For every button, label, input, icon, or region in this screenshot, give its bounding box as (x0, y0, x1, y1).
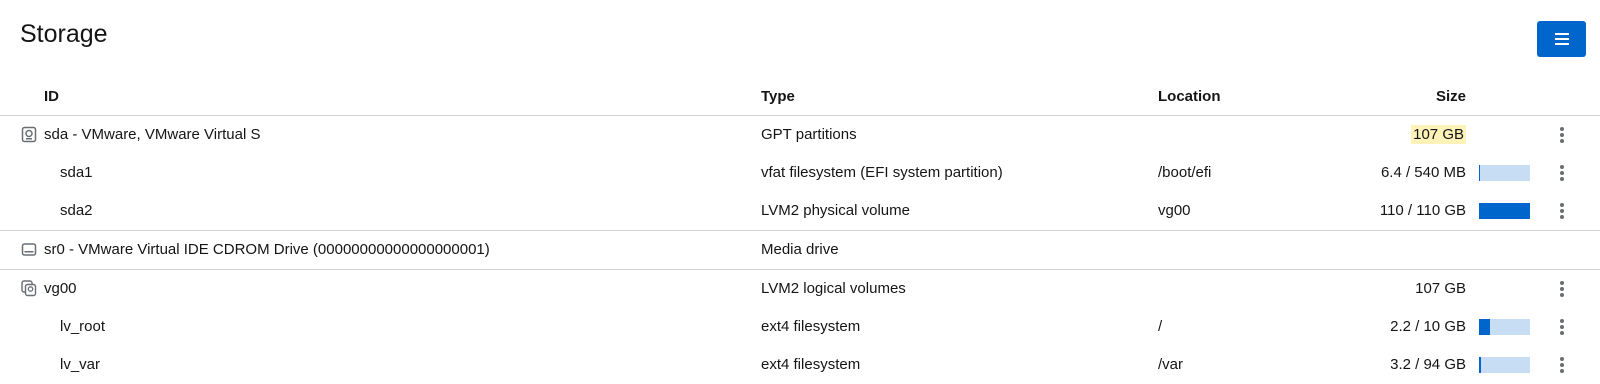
device-group-sr0: sr0 - VMware Virtual IDE CDROM Drive (00… (0, 231, 1600, 270)
row-location: /var (1158, 356, 1184, 373)
usage-bar (1479, 357, 1530, 373)
row-size: 110 / 110 GB (1379, 202, 1466, 219)
column-header-location[interactable]: Location (1158, 88, 1221, 105)
row-actions-kebab[interactable] (1552, 277, 1572, 301)
row-size: 6.4 / 540 MB (1380, 164, 1466, 181)
column-header-id[interactable]: ID (44, 88, 59, 105)
device-group-vg00: vg00 LVM2 logical volumes 107 GB lv_root… (0, 270, 1600, 384)
row-type: vfat filesystem (EFI system partition) (761, 164, 1003, 181)
page-header: Storage (0, 0, 1600, 80)
row-size: 107 GB (1415, 280, 1466, 297)
row-size-value: 107 GB (1411, 125, 1466, 144)
table-row[interactable]: sda2 LVM2 physical volume vg00 110 / 110… (0, 192, 1600, 230)
row-type: LVM2 logical volumes (761, 280, 906, 297)
kebab-icon (1560, 357, 1564, 373)
device-group-sda: sda - VMware, VMware Virtual S GPT parti… (0, 116, 1600, 231)
usage-bar-fill (1479, 319, 1491, 335)
row-size: 3.2 / 94 GB (1390, 356, 1466, 373)
row-id[interactable]: sda2 (60, 202, 93, 219)
usage-bar (1479, 319, 1530, 335)
kebab-icon (1560, 127, 1564, 143)
row-id[interactable]: sda - VMware, VMware Virtual S (44, 126, 260, 143)
row-size: 2.2 / 10 GB (1390, 318, 1466, 335)
menu-button[interactable] (1537, 21, 1586, 57)
row-actions-kebab[interactable] (1552, 123, 1572, 147)
usage-bar-fill (1479, 165, 1481, 181)
hamburger-icon (1554, 33, 1569, 45)
row-type: ext4 filesystem (761, 318, 861, 335)
row-location: / (1158, 318, 1163, 335)
row-actions-kebab[interactable] (1552, 199, 1572, 223)
table-row[interactable]: sr0 - VMware Virtual IDE CDROM Drive (00… (0, 231, 1600, 269)
volume-group-icon (21, 280, 37, 297)
column-header-type[interactable]: Type (761, 88, 795, 105)
row-type: ext4 filesystem (761, 356, 861, 373)
row-id[interactable]: sda1 (60, 164, 93, 181)
kebab-icon (1560, 319, 1564, 335)
usage-bar (1479, 165, 1530, 181)
usage-bar-fill (1479, 203, 1530, 219)
row-id[interactable]: vg00 (44, 280, 77, 297)
table-row[interactable]: lv_root ext4 filesystem / 2.2 / 10 GB (0, 308, 1600, 346)
row-id[interactable]: lv_root (60, 318, 105, 335)
column-header-size[interactable]: Size (1436, 88, 1466, 105)
row-id[interactable]: sr0 - VMware Virtual IDE CDROM Drive (00… (44, 241, 490, 258)
disk-icon (21, 126, 37, 143)
row-type: LVM2 physical volume (761, 202, 910, 219)
row-location: /boot/efi (1158, 164, 1212, 181)
kebab-icon (1560, 203, 1564, 219)
page-title: Storage (20, 20, 108, 48)
usage-bar-fill (1479, 357, 1481, 373)
cdrom-drive-icon (21, 243, 37, 256)
table-row[interactable]: vg00 LVM2 logical volumes 107 GB (0, 270, 1600, 308)
row-type: GPT partitions (761, 126, 857, 143)
kebab-icon (1560, 165, 1564, 181)
table-row[interactable]: sda - VMware, VMware Virtual S GPT parti… (0, 116, 1600, 154)
table-header: ID Type Location Size (0, 76, 1600, 116)
row-actions-kebab[interactable] (1552, 315, 1572, 339)
row-id[interactable]: lv_var (60, 356, 100, 373)
row-location: vg00 (1158, 202, 1191, 219)
row-type: Media drive (761, 241, 839, 258)
usage-bar (1479, 203, 1530, 219)
kebab-icon (1560, 281, 1564, 297)
row-size: 107 GB (1411, 125, 1466, 144)
table-row[interactable]: lv_var ext4 filesystem /var 3.2 / 94 GB (0, 346, 1600, 384)
table-row[interactable]: sda1 vfat filesystem (EFI system partiti… (0, 154, 1600, 192)
row-actions-kebab[interactable] (1552, 161, 1572, 185)
storage-table: ID Type Location Size sda - VMware, VMwa… (0, 76, 1600, 384)
row-actions-kebab[interactable] (1552, 353, 1572, 377)
